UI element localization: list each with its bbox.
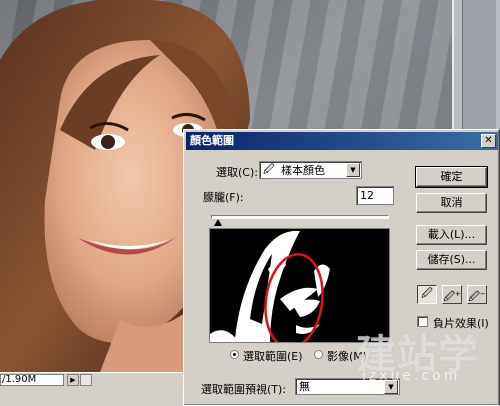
document-size-readout: /1.90M [0, 373, 64, 386]
watermark-url: jzxue.com [362, 368, 461, 384]
save-button[interactable]: 儲存(S)... [416, 250, 487, 270]
radio-selection-label[interactable]: 選取範圍(E) [243, 348, 303, 364]
radio-selection[interactable] [230, 350, 239, 359]
status-menu-arrow-icon[interactable]: ▶ [67, 373, 79, 386]
cancel-button[interactable]: 取消 [416, 193, 487, 213]
selection-preview-value: 無 [299, 380, 310, 393]
window-bottom-strip [0, 386, 185, 406]
horizontal-scroll-button[interactable] [80, 373, 92, 386]
select-label: 選取(C): [216, 166, 258, 179]
eyedropper-icon[interactable]: 🖉 [417, 285, 437, 304]
fuzziness-input[interactable]: 12 [356, 186, 394, 205]
dialog-title: 顏色範圍 [190, 134, 234, 147]
status-bar: /1.90M ▶ [0, 372, 185, 386]
radio-image[interactable] [314, 350, 323, 359]
fuzziness-slider-track[interactable] [211, 215, 389, 219]
selection-preview-label: 選取範圍預視(T): [201, 383, 287, 396]
chevron-down-icon[interactable]: ▼ [346, 163, 360, 177]
fuzziness-slider-thumb[interactable] [214, 219, 222, 226]
ok-button[interactable]: 確定 [415, 166, 488, 188]
eyedropper-plus-icon[interactable]: 🖉+ [442, 285, 462, 304]
select-dropdown[interactable]: 🖉 樣本顏色 ▼ [259, 161, 362, 179]
dialog-titlebar[interactable]: 顏色範圍 ✕ [186, 132, 498, 150]
select-value: 樣本顏色 [281, 164, 325, 177]
fuzziness-label: 朦朧(F): [203, 191, 244, 204]
close-icon[interactable]: ✕ [481, 134, 496, 148]
eyedropper-minus-icon[interactable]: 🖉− [467, 285, 487, 304]
eyedropper-icon: 🖉 [263, 162, 275, 176]
load-button[interactable]: 載入(L)... [416, 225, 487, 245]
